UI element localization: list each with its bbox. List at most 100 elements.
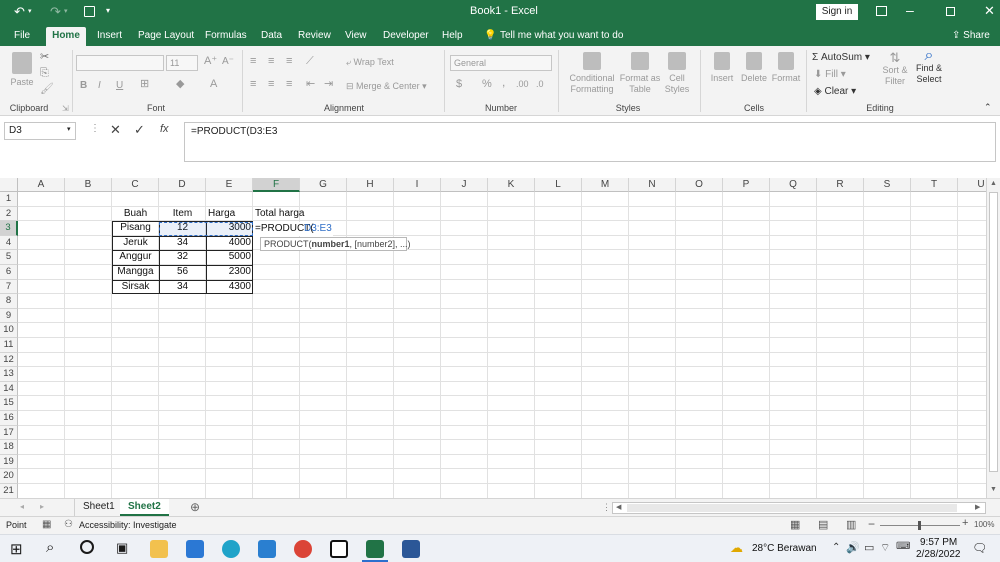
row-header-17[interactable]: 17: [0, 425, 18, 441]
currency-button[interactable]: $: [456, 79, 462, 90]
notion-icon[interactable]: [330, 540, 348, 558]
column-header-o[interactable]: O: [676, 178, 723, 192]
zoom-in-icon[interactable]: +: [962, 517, 968, 529]
tell-me-search[interactable]: Tell me what you want to do: [496, 27, 627, 46]
scroll-up-icon[interactable]: ▲: [990, 180, 997, 187]
redo-icon[interactable]: ↷: [50, 4, 61, 20]
tab-home[interactable]: Home: [46, 27, 86, 46]
page-break-view-icon[interactable]: ▥: [846, 518, 856, 531]
column-header-g[interactable]: G: [300, 178, 347, 192]
row-header-11[interactable]: 11: [0, 338, 18, 353]
row-header-12[interactable]: 12: [0, 352, 18, 368]
increase-decimal-icon[interactable]: .00: [516, 79, 529, 90]
align-top-icon[interactable]: ≡: [250, 56, 256, 67]
battery-icon[interactable]: ▭: [864, 541, 874, 554]
sort-filter-button[interactable]: ⇅ Sort & Filter: [878, 51, 912, 87]
function-tooltip[interactable]: PRODUCT(number1, [number2], ...): [260, 237, 411, 251]
cell-d2[interactable]: Item: [159, 207, 206, 222]
tab-help[interactable]: Help: [438, 27, 467, 46]
scroll-down-icon[interactable]: ▼: [990, 486, 997, 493]
format-painter-icon[interactable]: 🖌: [40, 84, 54, 95]
excel-icon[interactable]: [366, 540, 384, 558]
column-header-e[interactable]: E: [206, 178, 253, 192]
increase-font-icon[interactable]: A⁺: [204, 56, 217, 67]
show-hidden-icons[interactable]: ⌃: [832, 542, 840, 553]
edge-icon[interactable]: [222, 540, 240, 558]
save-icon[interactable]: [84, 6, 95, 17]
underline-button[interactable]: U: [116, 80, 123, 91]
comma-button[interactable]: ,: [502, 76, 505, 88]
font-name-select[interactable]: [76, 55, 164, 71]
network-icon[interactable]: ⌔: [880, 541, 890, 555]
tab-formulas[interactable]: Formulas: [201, 27, 251, 46]
row-header-10[interactable]: 10: [0, 323, 18, 338]
find-select-button[interactable]: ⌕ Find & Select: [912, 48, 946, 85]
macro-recording-icon[interactable]: ▦: [42, 519, 51, 530]
column-header-l[interactable]: L: [535, 178, 582, 192]
row-header-19[interactable]: 19: [0, 454, 18, 470]
column-header-j[interactable]: J: [441, 178, 488, 192]
align-middle-icon[interactable]: ≡: [268, 56, 274, 67]
cell-styles-button[interactable]: Cell Styles: [662, 52, 692, 95]
orientation-icon[interactable]: ⟋: [306, 56, 314, 67]
cell-e2[interactable]: Harga: [208, 207, 255, 222]
italic-button[interactable]: I: [98, 80, 101, 91]
tab-page-layout[interactable]: Page Layout: [134, 27, 198, 46]
merge-center-button[interactable]: ⊟ Merge & Center ▾: [346, 81, 427, 92]
tab-view[interactable]: View: [341, 27, 371, 46]
paste-button[interactable]: Paste: [8, 52, 36, 88]
column-header-u[interactable]: U: [958, 178, 986, 192]
redo-dropdown-icon[interactable]: ▾: [64, 7, 68, 15]
fill-button[interactable]: ⬇ Fill ▾: [814, 69, 846, 80]
search-icon[interactable]: ⌕: [46, 539, 54, 556]
sign-in-button[interactable]: Sign in: [816, 4, 858, 20]
notifications-icon[interactable]: 🗨: [972, 541, 987, 555]
row-header-18[interactable]: 18: [0, 440, 18, 455]
align-center-icon[interactable]: ≡: [268, 79, 274, 90]
restore-icon[interactable]: [946, 7, 955, 16]
insert-cells-button[interactable]: Insert: [706, 52, 738, 84]
undo-icon[interactable]: ↶: [14, 4, 25, 20]
sheet-tab-sheet1[interactable]: Sheet1: [74, 499, 124, 516]
align-bottom-icon[interactable]: ≡: [286, 56, 292, 67]
confirm-entry-icon[interactable]: ✓: [134, 122, 145, 138]
row-header-6[interactable]: 6: [0, 265, 18, 280]
close-icon[interactable]: ✕: [984, 3, 995, 19]
scroll-right-icon[interactable]: ▶: [975, 503, 980, 511]
align-right-icon[interactable]: ≡: [286, 79, 292, 90]
insert-function-icon[interactable]: fx: [160, 123, 169, 135]
column-header-b[interactable]: B: [65, 178, 112, 192]
align-left-icon[interactable]: ≡: [250, 79, 256, 90]
sheet-tab-sheet2[interactable]: Sheet2: [120, 499, 169, 516]
name-box-dropdown-icon[interactable]: ▾: [67, 125, 71, 133]
language-icon[interactable]: ⌨: [896, 541, 910, 552]
editing-cell[interactable]: =PRODUCT( D3:E3: [253, 221, 333, 236]
format-cells-button[interactable]: Format: [770, 52, 802, 84]
row-header-7[interactable]: 7: [0, 279, 18, 295]
percent-button[interactable]: %: [482, 79, 492, 90]
next-sheet-icon[interactable]: ▸: [40, 502, 44, 511]
scroll-left-icon[interactable]: ◀: [616, 503, 621, 511]
word-icon[interactable]: [402, 540, 420, 558]
column-header-i[interactable]: I: [394, 178, 441, 192]
row-header-20[interactable]: 20: [0, 469, 18, 484]
horizontal-scroll-thumb[interactable]: [627, 504, 957, 512]
column-header-c[interactable]: C: [112, 178, 159, 192]
row-header-15[interactable]: 15: [0, 396, 18, 411]
cancel-entry-icon[interactable]: ✕: [110, 122, 121, 138]
select-all-corner[interactable]: [0, 178, 18, 192]
zoom-slider-thumb[interactable]: [918, 521, 921, 530]
mail-icon[interactable]: [186, 540, 204, 558]
borders-icon[interactable]: ⊞: [140, 79, 149, 90]
accessibility-status[interactable]: Accessibility: Investigate: [79, 520, 177, 530]
column-header-s[interactable]: S: [864, 178, 911, 192]
worksheet-grid[interactable]: ABCDEFGHIJKLMNOPQRSTU 1 2 3 4 5 6 7 8 9 10 11 12 13 1…: [0, 178, 986, 498]
ribbon-display-options-icon[interactable]: [876, 6, 887, 16]
font-color-icon[interactable]: A: [210, 79, 217, 90]
zoom-out-icon[interactable]: −: [868, 517, 875, 531]
horizontal-scrollbar[interactable]: ◀ ▶: [612, 502, 986, 514]
row-header-2[interactable]: 2: [0, 206, 18, 222]
indent-icon[interactable]: ⇤: [306, 79, 315, 90]
column-header-q[interactable]: Q: [770, 178, 817, 192]
accessibility-icon[interactable]: ⚇: [64, 519, 73, 530]
